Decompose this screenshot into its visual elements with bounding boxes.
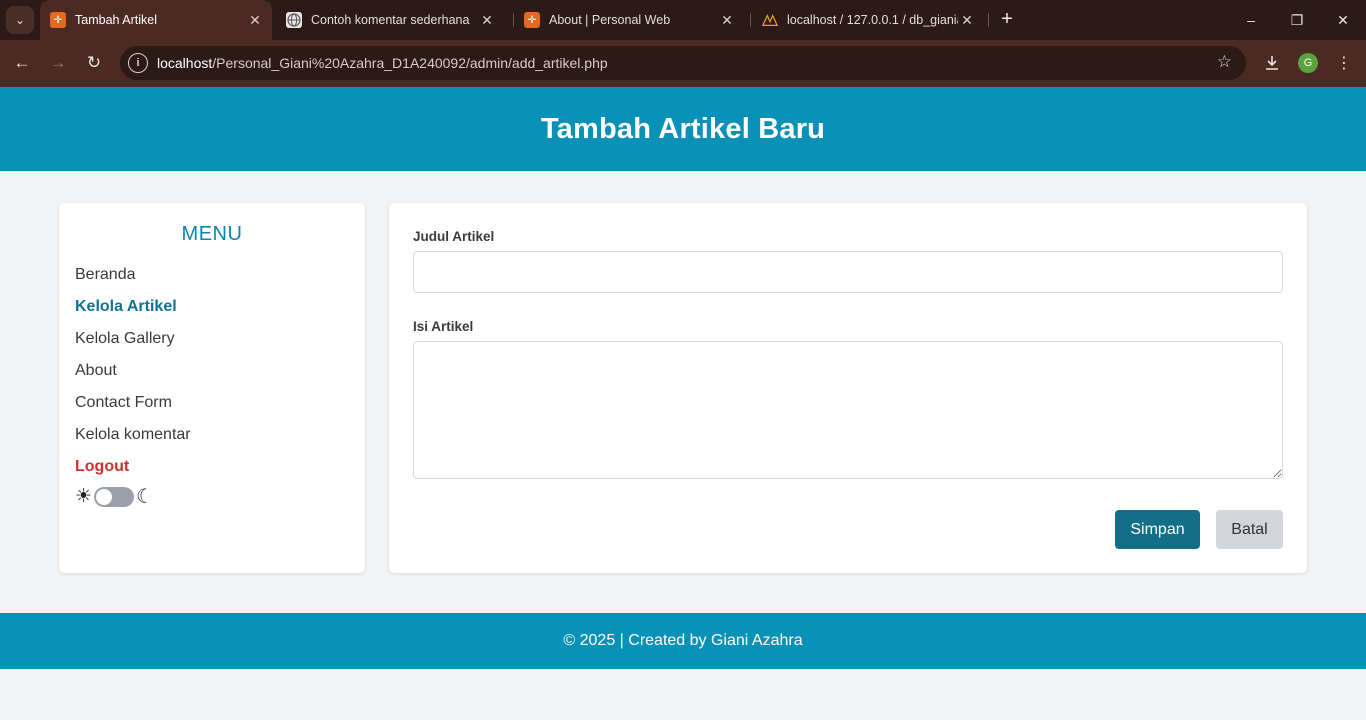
judul-artikel-label: Judul Artikel <box>413 229 495 244</box>
page-footer: © 2025 | Created by Giani Azahra <box>0 613 1366 669</box>
sidebar-menu: MENU Beranda Kelola Artikel Kelola Galle… <box>59 203 365 573</box>
sidebar-item-kelola-artikel[interactable]: Kelola Artikel <box>75 298 177 316</box>
browser-tab-strip: ⌄ ✛ Tambah Artikel ✕ Contoh komentar sed… <box>0 0 1366 40</box>
reload-button[interactable]: ↻ <box>81 50 107 76</box>
sun-icon: ☀ <box>75 486 93 507</box>
window-close-button[interactable]: ✕ <box>1320 0 1366 40</box>
isi-artikel-textarea[interactable] <box>413 341 1283 479</box>
sidebar-item-kelola-komentar[interactable]: Kelola komentar <box>75 426 191 444</box>
kebab-menu-icon: ⋮ <box>1336 55 1352 72</box>
browser-menu-button[interactable]: ⋮ <box>1331 50 1357 76</box>
close-icon[interactable]: ✕ <box>246 12 264 29</box>
simpan-button[interactable]: Simpan <box>1115 510 1200 549</box>
moon-icon: ☾ <box>136 486 154 508</box>
restore-button[interactable]: ❐ <box>1274 0 1320 40</box>
minimize-button[interactable]: – <box>1228 0 1274 40</box>
chevron-down-icon: ⌄ <box>14 13 26 27</box>
url-host: localhost <box>157 55 213 71</box>
tab-separator <box>513 13 514 27</box>
sidebar-item-contact-form[interactable]: Contact Form <box>75 394 172 412</box>
sidebar-item-beranda[interactable]: Beranda <box>75 266 136 284</box>
article-form-card: Judul Artikel Isi Artikel Simpan Batal <box>389 203 1307 573</box>
close-icon[interactable]: ✕ <box>958 12 976 29</box>
arrow-right-icon: → <box>49 53 67 72</box>
footer-text: © 2025 | Created by Giani Azahra <box>563 632 803 649</box>
profile-button[interactable]: G <box>1295 50 1321 76</box>
tab-separator <box>988 13 989 27</box>
tab-title: About | Personal Web <box>549 13 671 27</box>
downloads-button[interactable] <box>1259 50 1285 76</box>
page-title: Tambah Artikel Baru <box>540 112 826 145</box>
xampp-icon: ✛ <box>524 12 540 28</box>
reload-icon: ↻ <box>86 53 102 72</box>
phpmyadmin-icon <box>762 12 778 28</box>
sidebar-item-logout[interactable]: Logout <box>75 458 129 476</box>
tab-title: Tambah Artikel <box>75 13 157 27</box>
sidebar-item-kelola-gallery[interactable]: Kelola Gallery <box>75 330 175 348</box>
new-tab-button[interactable]: + <box>996 8 1018 30</box>
url-text[interactable]: localhost/Personal_Giani%20Azahra_D1A240… <box>157 55 608 71</box>
close-icon: ✕ <box>1337 11 1349 28</box>
bookmark-star-icon[interactable]: ☆ <box>1217 52 1232 72</box>
browser-tab[interactable]: Contoh komentar sederhana ✕ <box>278 0 504 40</box>
page-header: Tambah Artikel Baru <box>0 87 1366 171</box>
url-path: /Personal_Giani%20Azahra_D1A240092/admin… <box>212 55 608 71</box>
dark-mode-switch[interactable] <box>94 487 135 507</box>
browser-tab[interactable]: localhost / 127.0.0.1 / db_giania ✕ <box>754 0 984 40</box>
restore-icon: ❐ <box>1290 11 1304 28</box>
batal-button[interactable]: Batal <box>1216 510 1283 549</box>
download-icon <box>1266 56 1278 70</box>
back-button[interactable]: ← <box>9 50 35 76</box>
judul-artikel-input[interactable] <box>413 251 1283 293</box>
minimize-icon: – <box>1247 12 1255 28</box>
switch-knob <box>96 489 113 505</box>
browser-tab-active[interactable]: ✛ Tambah Artikel ✕ <box>40 0 272 40</box>
isi-artikel-label: Isi Artikel <box>413 319 474 334</box>
plus-icon: + <box>1001 8 1013 30</box>
arrow-left-icon: ← <box>13 53 31 72</box>
tab-separator <box>750 13 751 27</box>
tab-search-button[interactable]: ⌄ <box>6 6 34 34</box>
menu-title: MENU <box>181 223 243 245</box>
tab-title: Contoh komentar sederhana <box>311 13 470 27</box>
theme-toggle: ☀ ☾ <box>75 486 154 508</box>
browser-tab[interactable]: ✛ About | Personal Web ✕ <box>516 0 744 40</box>
xampp-icon: ✛ <box>50 12 66 28</box>
address-bar[interactable]: i localhost/Personal_Giani%20Azahra_D1A2… <box>120 46 1246 80</box>
globe-icon <box>286 12 302 28</box>
avatar: G <box>1298 53 1318 73</box>
close-icon[interactable]: ✕ <box>478 12 496 29</box>
site-info-icon[interactable]: i <box>128 53 148 73</box>
browser-toolbar: ← → ↻ i localhost/Personal_Giani%20Azahr… <box>0 40 1366 87</box>
close-icon[interactable]: ✕ <box>718 12 736 29</box>
sidebar-item-about[interactable]: About <box>75 362 117 380</box>
forward-button[interactable]: → <box>45 50 71 76</box>
tab-title: localhost / 127.0.0.1 / db_giania <box>787 13 958 27</box>
